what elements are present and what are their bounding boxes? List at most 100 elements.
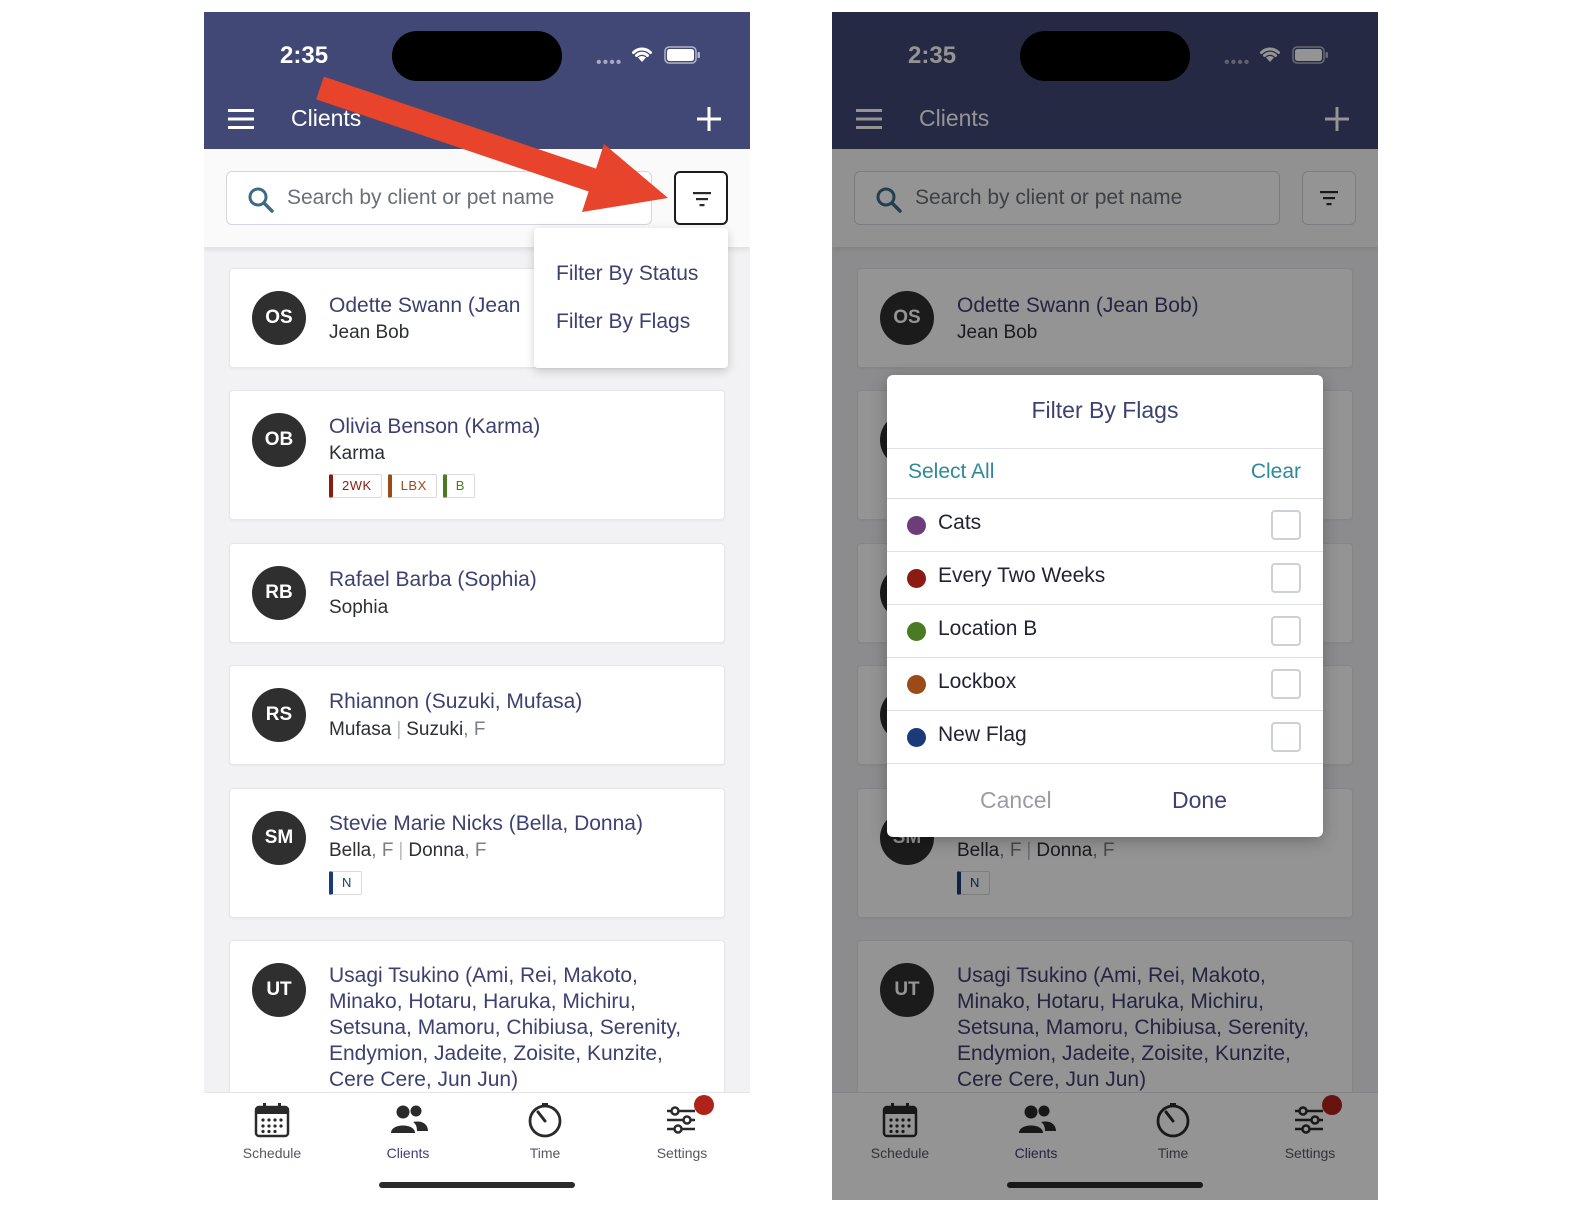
flag-checkbox[interactable] [1271, 616, 1301, 646]
flag-checkbox[interactable] [1271, 722, 1301, 752]
tab-label: Clients [386, 1145, 430, 1161]
dialog-title: Filter By Flags [1031, 397, 1179, 423]
flag-tag: 2WK [329, 474, 382, 498]
battery-icon [664, 46, 700, 64]
flag-option-row[interactable]: New Flag [887, 711, 1323, 763]
flag-color-dot [907, 516, 926, 535]
flag-option-row[interactable]: Every Two Weeks [887, 552, 1323, 604]
filter-button[interactable] [674, 171, 728, 225]
flag-tags: N [329, 871, 362, 895]
notification-badge [694, 1095, 714, 1115]
pet-sex: , F [463, 719, 486, 740]
pet-name: Bella [329, 840, 372, 861]
pet-sex: , F [464, 840, 487, 861]
wifi-icon [632, 47, 652, 62]
pet-separator: | [398, 840, 404, 861]
flag-checkbox[interactable] [1271, 669, 1301, 699]
flag-tag: LBX [387, 474, 437, 498]
phone-screen-left: 2:35 •••• Clients Search by client or pe… [204, 12, 750, 1200]
avatar: SM [252, 811, 306, 865]
flag-option-row[interactable]: Cats [887, 499, 1323, 551]
cellular-dots-icon: •••• [596, 54, 623, 71]
flag-color-dot [907, 675, 926, 694]
pet-name: Jean Bob [329, 322, 410, 343]
flag-color-dot [907, 728, 926, 747]
search-input[interactable]: Search by client or pet name [226, 171, 652, 225]
app-header: 2:35 •••• Clients [204, 12, 750, 149]
client-card[interactable]: OB Olivia Benson (Karma) Karma 2WK LBX B [229, 390, 725, 520]
pet-list: Karma [329, 443, 385, 465]
pet-name: Suzuki [406, 719, 464, 740]
client-name: Stevie Marie Nicks (Bella, Donna) [329, 812, 643, 835]
flag-checkbox[interactable] [1271, 563, 1301, 593]
flag-option-row[interactable]: Location B [887, 605, 1323, 657]
tab-clients[interactable]: Clients [358, 1101, 458, 1165]
divider [887, 763, 1323, 764]
avatar: RS [252, 688, 306, 742]
filter-icon [693, 192, 711, 207]
pet-list: Sophia [329, 597, 388, 619]
pet-list: Jean Bob [329, 322, 409, 344]
flag-option-row[interactable]: Lockbox [887, 658, 1323, 710]
flag-tag: N [329, 871, 362, 895]
client-name: Odette Swann (Jean [329, 294, 521, 317]
client-name: Rafael Barba (Sophia) [329, 568, 537, 591]
page-title: Clients [291, 105, 362, 131]
home-indicator [379, 1182, 575, 1188]
pet-sex: , F [371, 840, 394, 861]
pet-name: Karma [329, 443, 385, 464]
filter-dropdown-menu: Filter By Status Filter By Flags [534, 228, 728, 368]
cancel-button[interactable]: Cancel [980, 787, 1052, 814]
search-icon [248, 187, 274, 213]
calendar-icon [254, 1103, 290, 1138]
status-time: 2:35 [280, 42, 329, 69]
tab-time[interactable]: Time [495, 1101, 595, 1165]
tab-label: Settings [656, 1145, 708, 1161]
avatar: OB [252, 413, 306, 467]
menu-item-filter-by-status[interactable]: Filter By Status [556, 262, 698, 286]
filter-by-flags-dialog: Filter By Flags Select All Clear Cats Ev… [887, 375, 1323, 837]
hamburger-menu-icon[interactable] [228, 108, 256, 130]
pet-name: Mufasa [329, 719, 392, 740]
clear-button[interactable]: Clear [1251, 460, 1301, 484]
client-card[interactable]: RB Rafael Barba (Sophia) Sophia [229, 543, 725, 643]
tab-label: Schedule [242, 1145, 302, 1161]
avatar: RB [252, 566, 306, 620]
tab-schedule[interactable]: Schedule [222, 1101, 322, 1165]
select-all-button[interactable]: Select All [908, 460, 994, 484]
client-card[interactable]: SM Stevie Marie Nicks (Bella, Donna) Bel… [229, 788, 725, 918]
timer-icon [528, 1103, 562, 1138]
status-indicators: •••• [596, 46, 706, 71]
flag-checkbox[interactable] [1271, 510, 1301, 540]
done-button[interactable]: Done [1172, 787, 1227, 814]
tab-settings[interactable]: Settings [632, 1095, 732, 1165]
dynamic-island [392, 31, 562, 81]
client-card[interactable]: RS Rhiannon (Suzuki, Mufasa) Mufasa | Suzu… [229, 665, 725, 765]
avatar: UT [252, 963, 306, 1017]
flag-label: Lockbox [938, 670, 1017, 693]
flag-tags: 2WK LBX B [329, 474, 475, 498]
pet-name: Sophia [329, 597, 389, 618]
search-placeholder: Search by client or pet name [287, 186, 555, 209]
menu-item-filter-by-flags[interactable]: Filter By Flags [556, 310, 690, 334]
pet-list: Mufasa | Suzuki, F [329, 719, 485, 741]
avatar: OS [252, 291, 306, 345]
flag-label: Location B [938, 617, 1038, 640]
flag-label: Cats [938, 511, 982, 534]
phone-screen-right: 2:35 •••• Clients Search by client or pe… [832, 12, 1378, 1200]
people-icon [391, 1105, 428, 1133]
flag-color-dot [907, 622, 926, 641]
flag-label: Every Two Weeks [938, 564, 1106, 587]
flag-tag: B [442, 474, 475, 498]
client-name: Usagi Tsukino (Ami, Rei, Makoto, Minako,… [329, 964, 682, 1091]
client-name: Rhiannon (Suzuki, Mufasa) [329, 690, 583, 713]
add-client-icon[interactable] [696, 106, 722, 132]
flag-color-dot [907, 569, 926, 588]
pet-separator: | [396, 719, 402, 740]
client-name: Olivia Benson (Karma) [329, 415, 541, 438]
pet-name: Donna [408, 840, 465, 861]
divider [887, 448, 1323, 449]
flag-label: New Flag [938, 723, 1027, 746]
tab-label: Time [529, 1145, 561, 1161]
pet-list: Bella, F | Donna, F [329, 840, 487, 862]
